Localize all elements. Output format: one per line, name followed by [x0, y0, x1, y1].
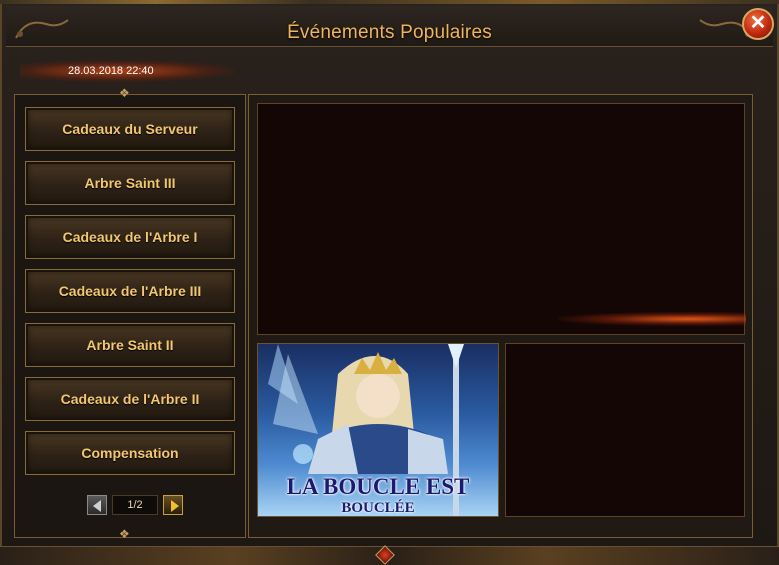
close-button[interactable]: ✕ — [742, 8, 774, 40]
panel-ornament-top-icon: ❖ — [119, 86, 130, 100]
close-x-icon: ✕ — [749, 12, 767, 34]
page-indicator: 1/2 — [112, 495, 158, 515]
event-detail-panel: LA BOUCLE EST BOUCLÉE — [248, 94, 753, 538]
event-date: 28.03.2018 22:40 — [68, 65, 154, 77]
arrow-right-icon — [171, 500, 179, 512]
pager: 1/2 — [87, 495, 183, 515]
banner-title: LA BOUCLE EST — [286, 474, 470, 499]
banner-subtitle: BOUCLÉE — [341, 500, 415, 516]
event-button-4[interactable]: Cadeaux de l'Arbre III — [25, 269, 235, 313]
event-button-7[interactable]: Compensation — [25, 431, 235, 475]
event-description-area — [257, 103, 746, 335]
prev-page-button[interactable] — [87, 495, 107, 515]
event-button-5[interactable]: Arbre Saint II — [25, 323, 235, 367]
top-border — [0, 0, 779, 4]
event-button-1[interactable]: Cadeaux du Serveur — [25, 107, 235, 151]
event-button-3[interactable]: Cadeaux de l'Arbre I — [25, 215, 235, 259]
panel-ornament-bottom-icon: ❖ — [119, 527, 130, 541]
next-page-button[interactable] — [163, 495, 183, 515]
event-button-6[interactable]: Cadeaux de l'Arbre II — [25, 377, 235, 421]
arrow-left-icon — [93, 500, 101, 512]
event-reward-area — [505, 343, 745, 517]
title-bar: Événements Populaires — [6, 6, 773, 47]
window-title: Événements Populaires — [287, 22, 492, 43]
event-button-2[interactable]: Arbre Saint III — [25, 161, 235, 205]
event-banner-image[interactable]: LA BOUCLE EST BOUCLÉE — [257, 343, 499, 517]
glow-divider — [558, 312, 746, 326]
event-list-panel: ❖ Cadeaux du Serveur Arbre Saint III Cad… — [14, 86, 246, 541]
